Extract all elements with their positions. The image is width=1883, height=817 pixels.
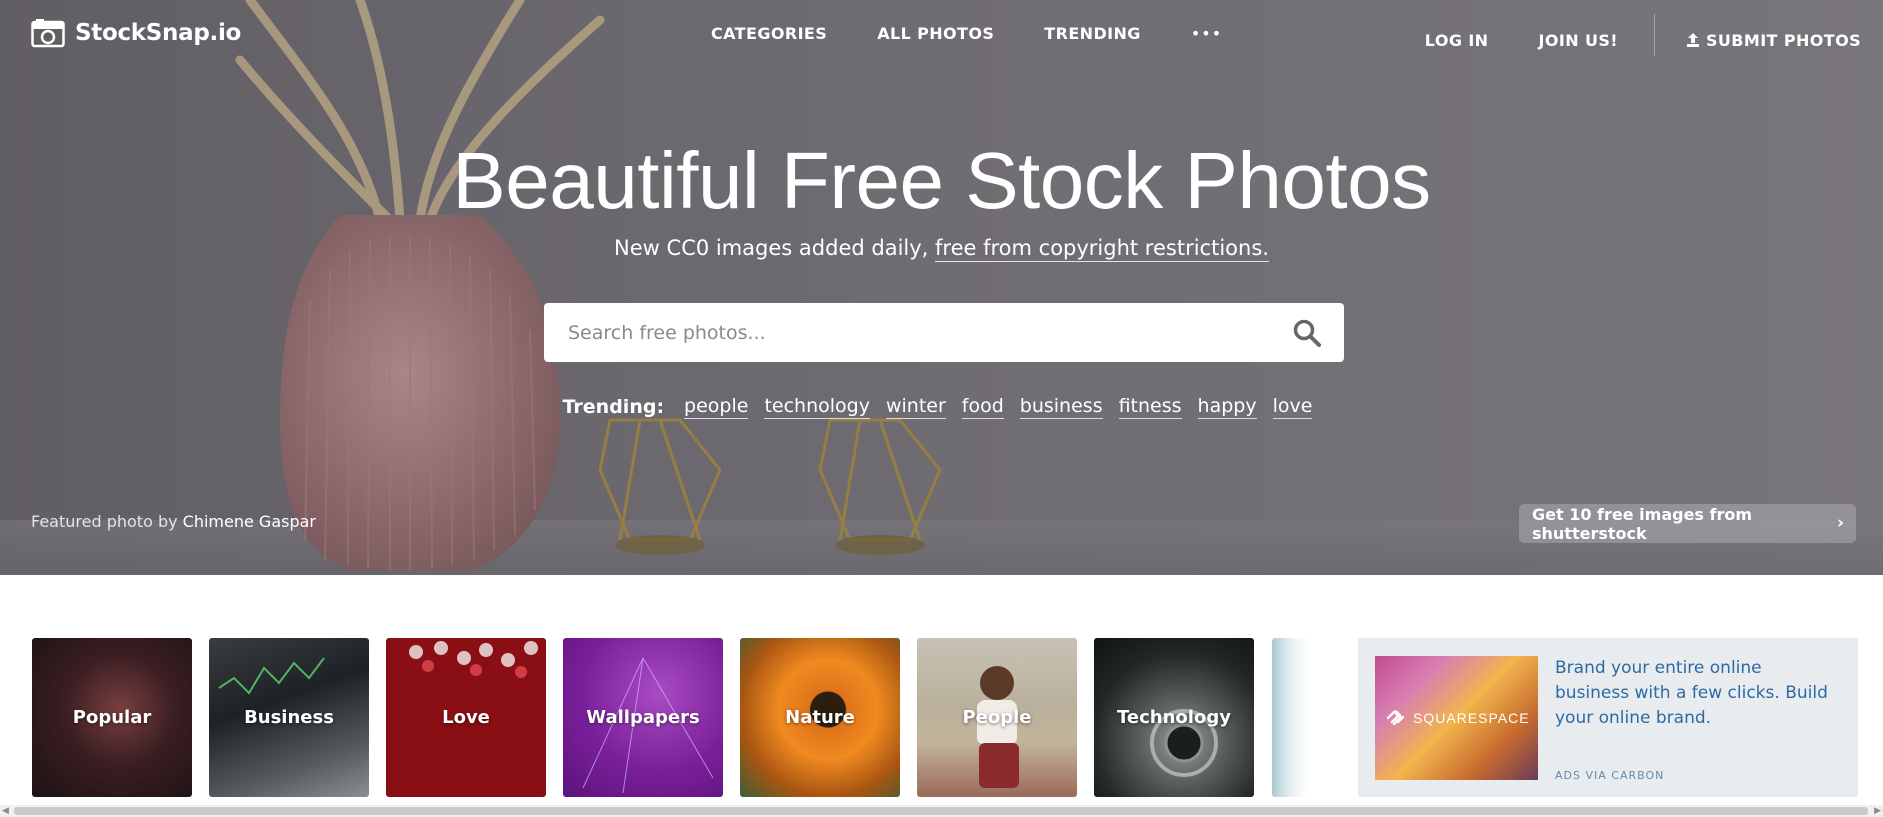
trending-tag-happy[interactable]: happy — [1197, 395, 1257, 419]
category-label: Nature — [785, 707, 855, 728]
featured-prefix: Featured photo by — [31, 512, 183, 531]
trending-tag-business[interactable]: business — [1019, 395, 1103, 419]
carbon-ad: SQUARESPACE Brand your entire online bus… — [1358, 638, 1858, 797]
shutterstock-cta-label: Get 10 free images from shutterstock — [1532, 504, 1753, 543]
hero-subtitle: New CC0 images added daily, free from co… — [0, 236, 1883, 262]
submit-photos-label: SUBMIT PHOTOS — [1705, 30, 1861, 50]
category-label: People — [962, 707, 1032, 728]
category-tiles: Popular Business Love Wallpapers Nature — [32, 638, 1271, 797]
category-fade — [1272, 630, 1322, 805]
category-tile-business[interactable]: Business — [209, 638, 369, 797]
nav-trending[interactable]: TRENDING — [1044, 24, 1141, 43]
trending-tag-fitness[interactable]: fitness — [1118, 395, 1182, 419]
category-label: Love — [442, 707, 490, 728]
featured-photo-credit: Featured photo by Chimene Gaspar — [31, 512, 316, 531]
trending-tag-love[interactable]: love — [1272, 395, 1313, 419]
search-bar — [544, 303, 1344, 362]
nav-categories[interactable]: CATEGORIES — [711, 24, 827, 43]
trending-tag-technology[interactable]: technology — [764, 395, 870, 419]
ad-text-link[interactable]: Brand your entire online business with a… — [1555, 656, 1840, 731]
ad-brand: SQUARESPACE — [1413, 710, 1530, 726]
more-menu-icon[interactable]: ••• — [1191, 24, 1222, 43]
category-tile-technology[interactable]: Technology — [1094, 638, 1254, 797]
nav-all-photos[interactable]: ALL PHOTOS — [877, 24, 994, 43]
category-label: Business — [244, 707, 334, 728]
featured-author-link[interactable]: Chimene Gaspar — [183, 512, 316, 531]
chevron-right-icon: › — [1836, 513, 1844, 533]
category-label: Popular — [72, 707, 152, 728]
scroll-right-arrow-icon[interactable]: ▶ — [1874, 806, 1881, 816]
category-tile-people[interactable]: People — [917, 638, 1077, 797]
page-title: Beautiful Free Stock Photos — [452, 136, 1431, 225]
account-nav: LOG IN JOIN US! SUBMIT PHOTOS — [1375, 14, 1861, 56]
ads-via-carbon-link[interactable]: ADS VIA CARBON — [1555, 769, 1664, 782]
category-tile-wallpapers[interactable]: Wallpapers — [563, 638, 723, 797]
search-icon[interactable] — [1292, 318, 1322, 348]
nav-divider — [1653, 14, 1655, 56]
ad-image[interactable]: SQUARESPACE — [1375, 656, 1538, 780]
main-nav: CATEGORIES ALL PHOTOS TRENDING ••• — [711, 24, 1222, 43]
trending-tag-winter[interactable]: winter — [885, 395, 946, 419]
top-nav: StockSnap.io CATEGORIES ALL PHOTOS TREND… — [0, 0, 1883, 70]
trending-label: Trending: — [562, 396, 665, 418]
hero-overlay — [0, 0, 1883, 575]
category-tile-popular[interactable]: Popular — [32, 638, 192, 797]
copyright-link[interactable]: free from copyright restrictions. — [935, 236, 1269, 262]
subtitle-text: New CC0 images added daily, — [614, 236, 936, 260]
join-link[interactable]: JOIN US! — [1538, 31, 1617, 50]
search-input[interactable] — [568, 303, 1268, 362]
trending-tag-food[interactable]: food — [961, 395, 1004, 419]
squarespace-logo-icon — [1386, 710, 1405, 726]
login-link[interactable]: LOG IN — [1425, 31, 1489, 50]
trending-tags: Trending: people technology winter food … — [0, 395, 1883, 419]
category-label: Wallpapers — [586, 707, 700, 728]
shutterstock-cta-button[interactable]: Get 10 free images from shutterstock › — [1519, 504, 1856, 543]
category-tile-love[interactable]: Love — [386, 638, 546, 797]
category-tile-nature[interactable]: Nature — [740, 638, 900, 797]
camera-logo-icon — [31, 19, 65, 48]
category-label: Technology — [1117, 707, 1231, 728]
hero: StockSnap.io CATEGORIES ALL PHOTOS TREND… — [0, 0, 1883, 575]
submit-photos-button[interactable]: SUBMIT PHOTOS — [1686, 31, 1861, 50]
trending-tag-people[interactable]: people — [684, 395, 749, 419]
scroll-left-arrow-icon[interactable]: ◀ — [2, 806, 9, 816]
scrollbar-thumb[interactable] — [14, 807, 1868, 815]
logo[interactable]: StockSnap.io — [31, 18, 241, 48]
logo-text: StockSnap.io — [75, 20, 242, 46]
horizontal-scrollbar[interactable]: ◀ ▶ — [0, 805, 1883, 817]
upload-icon — [1686, 33, 1699, 47]
